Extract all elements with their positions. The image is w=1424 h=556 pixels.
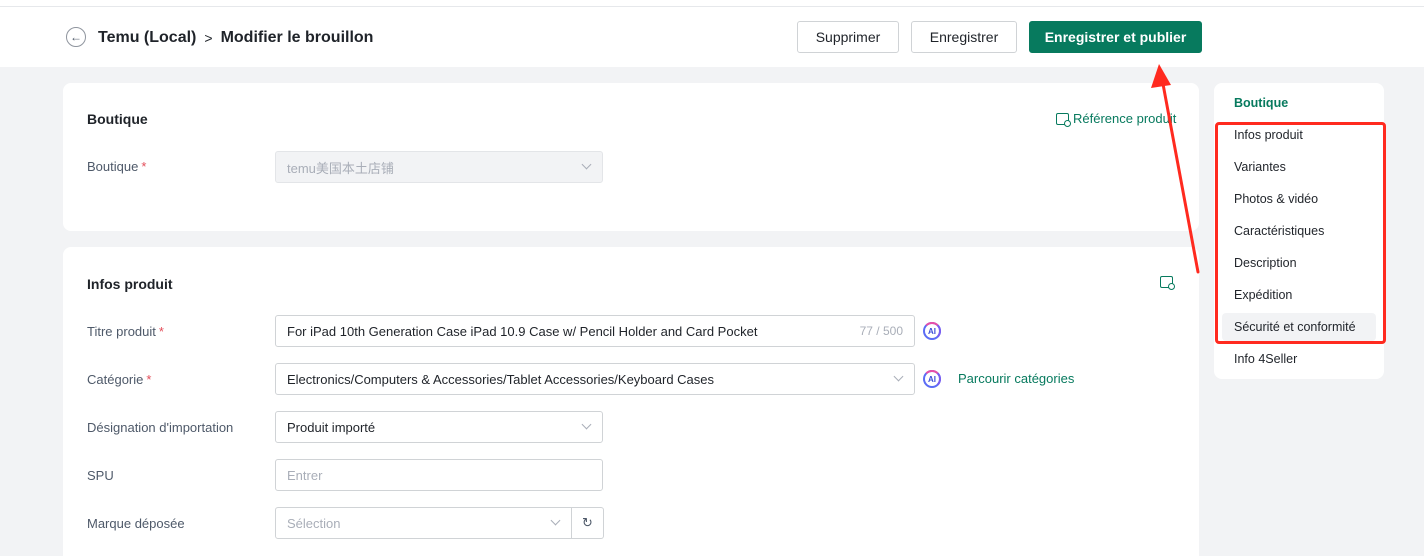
nav-item-caracteristiques[interactable]: Caractéristiques [1234, 224, 1324, 238]
ai-assist-icon[interactable]: AI [923, 370, 941, 388]
save-and-publish-button[interactable]: Enregistrer et publier [1029, 21, 1202, 53]
chevron-down-icon [550, 515, 561, 526]
boutique-section-title: Boutique [87, 111, 148, 127]
save-button[interactable]: Enregistrer [911, 21, 1017, 53]
product-title-input[interactable]: For iPad 10th Generation Case iPad 10.9 … [275, 315, 915, 347]
chevron-down-icon [581, 419, 592, 430]
category-value: Electronics/Computers & Accessories/Tabl… [287, 371, 715, 387]
nav-item-boutique[interactable]: Boutique [1234, 96, 1288, 110]
nav-item-photos-video[interactable]: Photos & vidéo [1234, 192, 1318, 206]
nav-item-infos-produit[interactable]: Infos produit [1234, 128, 1303, 142]
product-info-card: Infos produit Titre produit * For iPad 10… [63, 247, 1199, 556]
product-title-label: Titre produit * [87, 324, 164, 339]
import-designation-label: Désignation d'importation [87, 420, 234, 435]
top-strip [0, 0, 1424, 7]
chevron-down-icon [893, 371, 904, 382]
import-designation-select[interactable]: Produit importé [275, 411, 603, 443]
chevron-right-icon: > [204, 30, 213, 46]
nav-item-description[interactable]: Description [1234, 256, 1297, 270]
nav-item-expedition[interactable]: Expédition [1234, 288, 1292, 302]
page-header: ← Temu (Local) > Modifier le brouillon S… [0, 7, 1424, 67]
breadcrumb: Temu (Local) > Modifier le brouillon [98, 27, 373, 49]
nav-item-info-4seller[interactable]: Info 4Seller [1234, 352, 1297, 366]
brand-select[interactable]: Sélection [275, 507, 572, 539]
section-nav: Boutique Infos produit Variantes Photos … [1214, 83, 1384, 379]
reference-product-link[interactable]: Référence produit [1056, 111, 1177, 127]
char-counter: 77 / 500 [859, 324, 903, 338]
nav-item-variantes[interactable]: Variantes [1234, 160, 1286, 174]
import-designation-value: Produit importé [287, 419, 376, 435]
ai-assist-icon[interactable]: AI [923, 322, 941, 340]
spu-label: SPU [87, 468, 114, 483]
reference-product-icon-link[interactable] [1160, 276, 1177, 290]
spu-placeholder: Entrer [287, 467, 323, 483]
shop-select: temu美国本土店铺 [275, 151, 603, 183]
reference-icon [1160, 276, 1175, 290]
shop-select-value: temu美国本土店铺 [287, 160, 394, 176]
category-select[interactable]: Electronics/Computers & Accessories/Tabl… [275, 363, 915, 395]
arrow-left-icon[interactable]: ← [66, 27, 86, 47]
category-label: Catégorie * [87, 372, 152, 387]
reference-product-label: Référence produit [1073, 111, 1177, 126]
delete-button[interactable]: Supprimer [797, 21, 899, 53]
required-mark: * [141, 159, 147, 174]
nav-item-securite-conformite[interactable]: Sécurité et conformité [1234, 320, 1356, 334]
spu-input[interactable]: Entrer [275, 459, 603, 491]
product-info-section-title: Infos produit [87, 276, 173, 292]
browse-categories-link[interactable]: Parcourir catégories [958, 371, 1074, 386]
refresh-icon[interactable]: ↻ [572, 507, 604, 539]
brand-label: Marque déposée [87, 516, 185, 531]
shop-label: Boutique * [87, 159, 147, 174]
chevron-down-icon [581, 159, 592, 170]
product-title-value: For iPad 10th Generation Case iPad 10.9 … [287, 323, 758, 339]
reference-icon [1056, 112, 1071, 127]
breadcrumb-root[interactable]: Temu (Local) [98, 29, 196, 47]
page-title: Modifier le brouillon [220, 29, 374, 46]
brand-placeholder: Sélection [287, 515, 341, 531]
boutique-card: Boutique Référence produit Boutique * tem… [63, 83, 1199, 231]
